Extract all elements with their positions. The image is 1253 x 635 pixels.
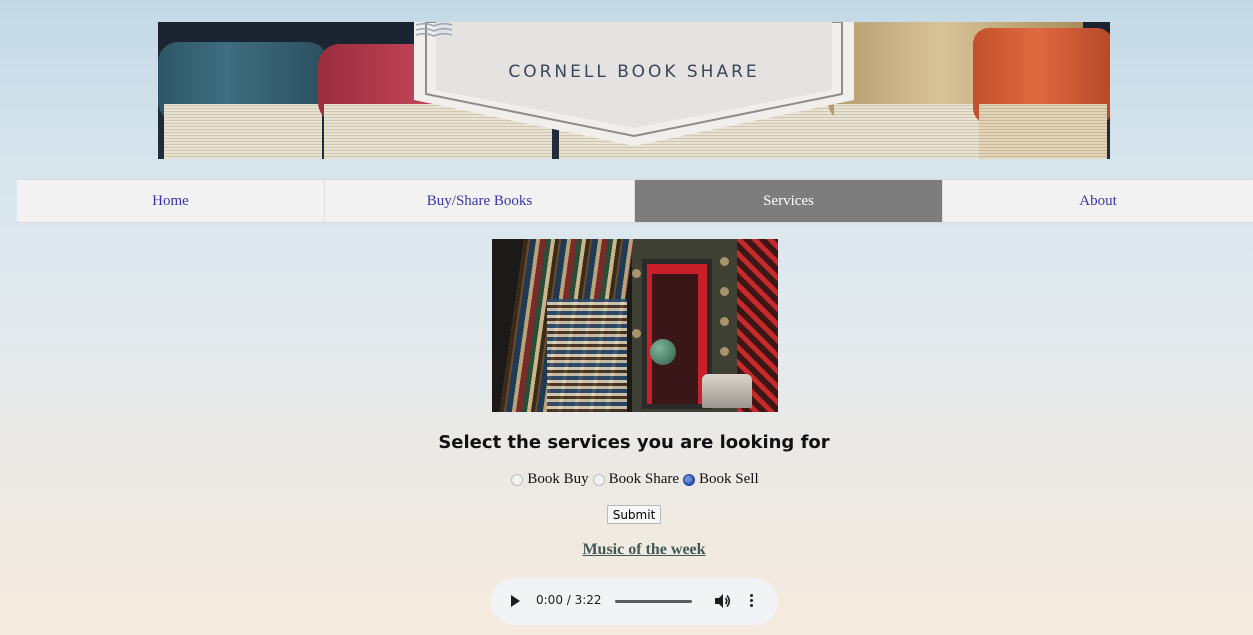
services-heading: Select the services you are looking for [438, 432, 830, 453]
site-title: CORNELL BOOK SHARE [508, 62, 760, 82]
book-sell-label: Book Sell [699, 471, 759, 487]
submit-button[interactable]: Submit [607, 505, 661, 524]
play-icon[interactable] [511, 595, 520, 607]
book-sell-radio[interactable] [683, 473, 696, 486]
option-book-sell[interactable]: Book Sell [683, 471, 759, 488]
brand-pennant: CORNELL BOOK SHARE [414, 22, 854, 146]
book-buy-radio[interactable] [511, 473, 524, 486]
bookshop-photo [492, 239, 778, 412]
page: CORNELL BOOK SHARE Home Buy/Share Books … [0, 0, 1253, 635]
book-share-label: Book Share [608, 471, 680, 487]
audio-progress-bar[interactable] [615, 600, 692, 603]
nav-buy-share-books[interactable]: Buy/Share Books [325, 180, 635, 222]
banner-book-orange [973, 22, 1110, 159]
service-options: Book Buy Book Share Book Sell [0, 471, 1253, 488]
more-options-icon[interactable] [749, 592, 755, 610]
nav-home[interactable]: Home [17, 180, 325, 222]
music-of-the-week-link[interactable]: Music of the week [0, 541, 1253, 559]
nav-about[interactable]: About [943, 180, 1253, 222]
header-banner: CORNELL BOOK SHARE [158, 22, 1110, 159]
option-book-buy[interactable]: Book Buy [511, 471, 589, 488]
book-share-radio[interactable] [592, 473, 605, 486]
audio-time: 0:00 / 3:22 [536, 593, 602, 607]
open-book-icon [415, 22, 453, 37]
nav-services[interactable]: Services [635, 180, 943, 222]
main-nav: Home Buy/Share Books Services About [17, 179, 1253, 223]
book-buy-label: Book Buy [527, 471, 589, 487]
audio-player: 0:00 / 3:22 [491, 578, 778, 625]
banner-book-teal [158, 22, 328, 159]
volume-icon[interactable] [713, 592, 731, 610]
option-book-share[interactable]: Book Share [592, 471, 680, 488]
